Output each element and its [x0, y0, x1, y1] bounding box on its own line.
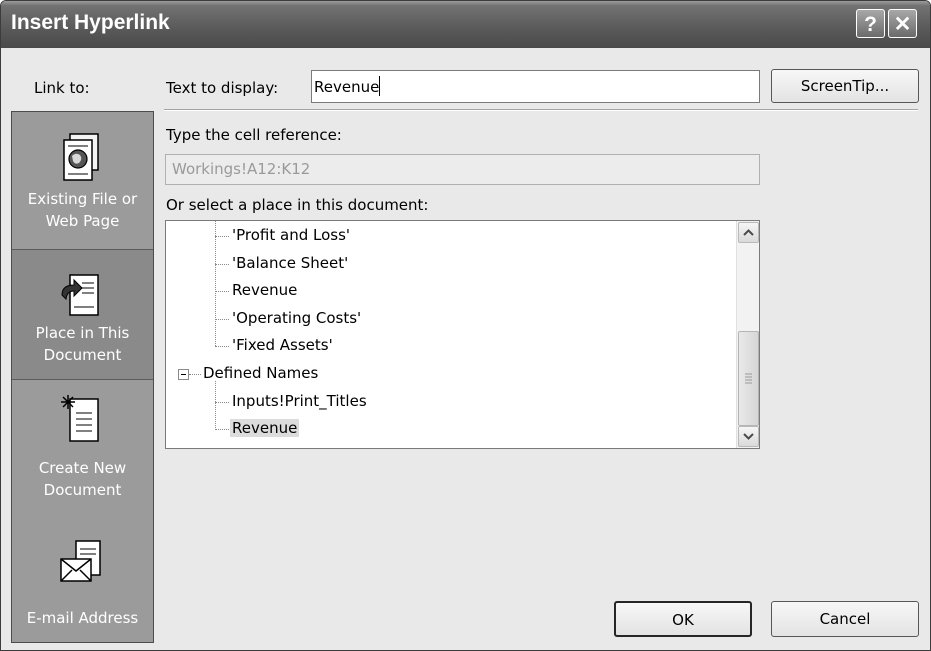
tree-item-selected[interactable]: Revenue — [230, 419, 300, 437]
tree-guide-line — [189, 374, 201, 375]
place-in-document-icon — [61, 274, 99, 316]
title-bar: Insert Hyperlink ? ✕ — [1, 1, 930, 48]
link-item-label: Place in This — [35, 324, 130, 342]
tree-item[interactable]: Revenue — [232, 281, 297, 299]
tree-guide-line — [215, 319, 229, 320]
tree-item[interactable]: 'Fixed Assets' — [232, 336, 333, 354]
vertical-scrollbar[interactable] — [736, 221, 759, 448]
separator — [164, 109, 918, 111]
chevron-down-icon — [743, 433, 754, 440]
grip-icon — [745, 373, 752, 384]
link-item-label: Web Page — [45, 212, 120, 230]
web-page-icon — [63, 133, 99, 181]
cell-reference-value: Workings!A12:K12 — [172, 160, 311, 178]
new-document-icon — [61, 395, 99, 442]
tree-guide-line — [215, 221, 216, 346]
tree-guide-line — [215, 264, 229, 265]
screentip-button[interactable]: ScreenTip... — [771, 69, 919, 103]
scroll-thumb[interactable] — [738, 331, 759, 426]
link-to-bar: Existing File or Web Page Place in This … — [11, 111, 154, 643]
dialog-title: Insert Hyperlink — [11, 11, 170, 34]
cell-reference-label: Type the cell reference: — [166, 126, 342, 144]
help-button[interactable]: ? — [856, 9, 885, 38]
link-existing-file-or-web-page[interactable]: Existing File or Web Page — [12, 112, 153, 249]
tree-guide-line — [215, 381, 216, 430]
cell-reference-input[interactable]: Workings!A12:K12 — [165, 154, 760, 185]
link-place-in-this-document[interactable]: Place in This Document — [12, 249, 153, 380]
tree-guide-line — [215, 346, 229, 347]
tree-guide-line — [215, 236, 229, 237]
place-tree-list[interactable]: 'Profit and Loss' 'Balance Sheet' Revenu… — [165, 220, 760, 449]
scroll-down-button[interactable] — [738, 426, 759, 447]
cancel-button[interactable]: Cancel — [771, 601, 919, 637]
scroll-up-button[interactable] — [738, 222, 759, 243]
close-button[interactable]: ✕ — [888, 9, 917, 38]
text-to-display-input[interactable]: Revenue — [311, 70, 760, 103]
link-item-label: Document — [43, 346, 122, 364]
link-item-label: E-mail Address — [26, 609, 139, 627]
link-email-address[interactable]: E-mail Address — [12, 509, 153, 642]
ok-button[interactable]: OK — [614, 601, 752, 637]
chevron-up-icon — [743, 229, 754, 236]
link-to-label: Link to: — [34, 79, 90, 97]
tree-guide-line — [215, 429, 229, 430]
insert-hyperlink-dialog: Insert Hyperlink ? ✕ Link to: Existing F… — [0, 0, 931, 651]
tree-item-defined-names[interactable]: Defined Names — [203, 364, 318, 382]
text-caret — [379, 76, 381, 96]
link-item-label: Existing File or — [27, 190, 138, 208]
tree-item[interactable]: 'Operating Costs' — [232, 309, 361, 327]
text-to-display-value: Revenue — [314, 78, 380, 96]
collapse-toggle-icon[interactable] — [178, 369, 189, 380]
email-envelope-icon — [60, 540, 101, 582]
tree-item[interactable]: 'Profit and Loss' — [232, 226, 350, 244]
link-item-label: Document — [43, 481, 122, 499]
tree-item[interactable]: 'Balance Sheet' — [232, 254, 348, 272]
text-to-display-label: Text to display: — [166, 79, 279, 97]
tree-guide-line — [215, 402, 229, 403]
tree-item[interactable]: Inputs!Print_Titles — [232, 392, 367, 410]
place-list-label: Or select a place in this document: — [166, 196, 429, 214]
tree-guide-line — [215, 291, 229, 292]
link-create-new-document[interactable]: Create New Document — [12, 379, 153, 509]
link-item-label: Create New — [38, 459, 127, 477]
